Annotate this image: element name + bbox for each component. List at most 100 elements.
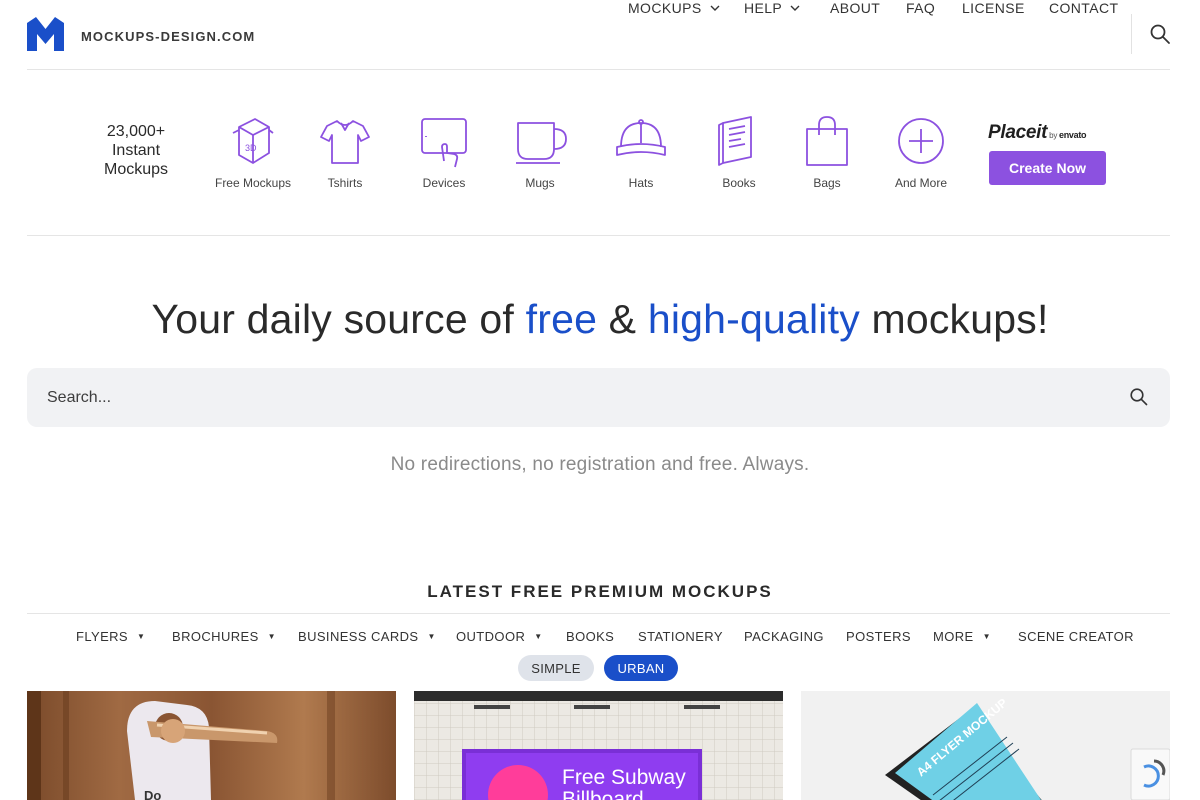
category-divider: [27, 235, 1170, 236]
filter-more[interactable]: MORE ▼: [933, 629, 991, 644]
category-hats[interactable]: Hats: [593, 113, 689, 190]
mockup-card-subway-billboard[interactable]: Free Subway Billboard: [414, 691, 783, 800]
filter-packaging[interactable]: PACKAGING: [744, 629, 824, 644]
nav-help-label: HELP: [744, 0, 783, 16]
category-label: Bags: [813, 176, 841, 190]
category-label: Tshirts: [327, 176, 363, 190]
nav-license[interactable]: LICENSE: [962, 0, 1025, 16]
hero-title-pre: Your daily source of: [151, 296, 526, 342]
site-logo-icon[interactable]: [27, 17, 64, 51]
envato-brand: envato: [1059, 130, 1087, 140]
hero-title-hq: high-quality: [647, 296, 860, 342]
dropdown-caret-icon: ▼: [982, 632, 991, 641]
3d-box-icon: 3D: [232, 118, 274, 164]
tablet-touch-icon: [421, 118, 467, 168]
hero-title-mid: &: [597, 296, 648, 342]
section-divider: [27, 613, 1170, 614]
nav-mockups[interactable]: MOCKUPS: [628, 0, 720, 16]
book-icon: [718, 116, 752, 166]
door-hanger-caption: Do: [144, 788, 161, 800]
nav-about-label: ABOUT: [830, 0, 881, 16]
dropdown-caret-icon: ▼: [427, 632, 436, 641]
filter-label: POSTERS: [846, 629, 911, 644]
nav-faq[interactable]: FAQ: [906, 0, 935, 16]
site-name[interactable]: MOCKUPS-DESIGN.COM: [81, 29, 255, 44]
chevron-down-icon: [790, 5, 800, 11]
nav-license-label: LICENSE: [962, 0, 1025, 16]
billboard-caption-line1: Free Subway: [562, 766, 686, 789]
dropdown-caret-icon: ▼: [267, 632, 276, 641]
category-label: Hats: [628, 176, 654, 190]
bag-icon: [806, 116, 848, 166]
hero-title: Your daily source of free & high-quality…: [0, 296, 1200, 343]
nav-contact-label: CONTACT: [1049, 0, 1119, 16]
tshirt-icon: [320, 120, 370, 164]
nav-about[interactable]: ABOUT: [830, 0, 880, 16]
billboard-caption-line2: Billboard: [562, 788, 644, 800]
door-hanger-mockup-image: Do: [27, 691, 335, 800]
tagline: No redirections, no registration and fre…: [390, 454, 810, 475]
category-mugs[interactable]: Mugs: [492, 113, 588, 190]
filter-scene-creator[interactable]: SCENE CREATOR: [1018, 629, 1134, 644]
mockup-card-a4-flyer[interactable]: A4 FLYER MOCKUP: [801, 691, 1170, 800]
filter-label: BROCHURES: [172, 629, 259, 644]
filter-label: SCENE CREATOR: [1018, 629, 1134, 644]
category-and-more[interactable]: And More: [873, 113, 969, 190]
header-divider: [27, 69, 1170, 70]
nav-help[interactable]: HELP: [744, 0, 800, 16]
plus-circle-icon: [898, 118, 944, 164]
filter-books[interactable]: BOOKS: [566, 629, 614, 644]
a4-flyer-mockup-image: A4 FLYER MOCKUP: [801, 691, 1170, 800]
search-icon[interactable]: [1149, 23, 1171, 45]
filter-label: MORE: [933, 629, 974, 644]
filter-outdoor[interactable]: OUTDOOR ▼: [456, 629, 543, 644]
nav-contact[interactable]: CONTACT: [1049, 0, 1118, 16]
filter-posters[interactable]: POSTERS: [846, 629, 911, 644]
hero-title-post: mockups!: [859, 296, 1049, 342]
dropdown-caret-icon: ▼: [137, 632, 146, 641]
nav-mockups-label: MOCKUPS: [628, 0, 702, 16]
filter-label: PACKAGING: [744, 629, 824, 644]
category-label: Devices: [422, 176, 466, 190]
hero-title-free: free: [525, 296, 598, 342]
category-label: Mugs: [525, 176, 555, 190]
dropdown-caret-icon: ▼: [534, 632, 543, 641]
category-books[interactable]: Books: [691, 113, 787, 190]
category-label: Free Mockups: [214, 176, 292, 190]
filter-label: OUTDOOR: [456, 629, 526, 644]
mockup-card-door-hanger[interactable]: Do: [27, 691, 396, 800]
nav-faq-label: FAQ: [906, 0, 936, 16]
search-bar: [27, 368, 1170, 427]
filter-business-cards[interactable]: BUSINESS CARDS ▼: [298, 629, 436, 644]
category-bags[interactable]: Bags: [779, 113, 875, 190]
category-tshirts[interactable]: Tshirts: [297, 113, 393, 190]
category-label: Books: [722, 176, 756, 190]
search-input[interactable]: [47, 368, 1107, 427]
latest-section-title: LATEST FREE PREMIUM MOCKUPS: [427, 582, 773, 601]
cap-icon: [616, 119, 666, 156]
filter-label: BUSINESS CARDS: [298, 629, 419, 644]
filter-label: STATIONERY: [638, 629, 723, 644]
placeit-brand: Placeit: [988, 122, 1048, 143]
chevron-down-icon: [710, 5, 720, 11]
site-header: MOCKUPS-DESIGN.COM MOCKUPS HELP ABOUT FA…: [0, 0, 1200, 70]
tag-urban[interactable]: URBAN: [604, 655, 678, 681]
filter-label: FLYERS: [76, 629, 129, 644]
subway-billboard-mockup-image: Free Subway Billboard: [414, 691, 783, 800]
category-devices[interactable]: Devices: [396, 113, 492, 190]
search-icon[interactable]: [1129, 387, 1149, 407]
mug-icon: [516, 122, 567, 164]
create-now-button[interactable]: Create Now: [989, 151, 1106, 185]
category-free-mockups[interactable]: 3D Free Mockups: [205, 113, 301, 190]
filter-brochures[interactable]: BROCHURES ▼: [172, 629, 276, 644]
placeit-by: by: [1049, 131, 1058, 140]
filter-flyers[interactable]: FLYERS ▼: [76, 629, 145, 644]
svg-text:3D: 3D: [245, 143, 257, 153]
filter-label: BOOKS: [566, 629, 615, 644]
filter-stationery[interactable]: STATIONERY: [638, 629, 723, 644]
placeit-logo[interactable]: Placeit by envato: [988, 122, 1087, 144]
category-label: And More: [894, 176, 948, 190]
tag-simple[interactable]: SIMPLE: [518, 655, 594, 681]
mockup-count-stat: 23,000+ Instant Mockups: [103, 123, 169, 178]
nav-divider: [1131, 14, 1132, 54]
